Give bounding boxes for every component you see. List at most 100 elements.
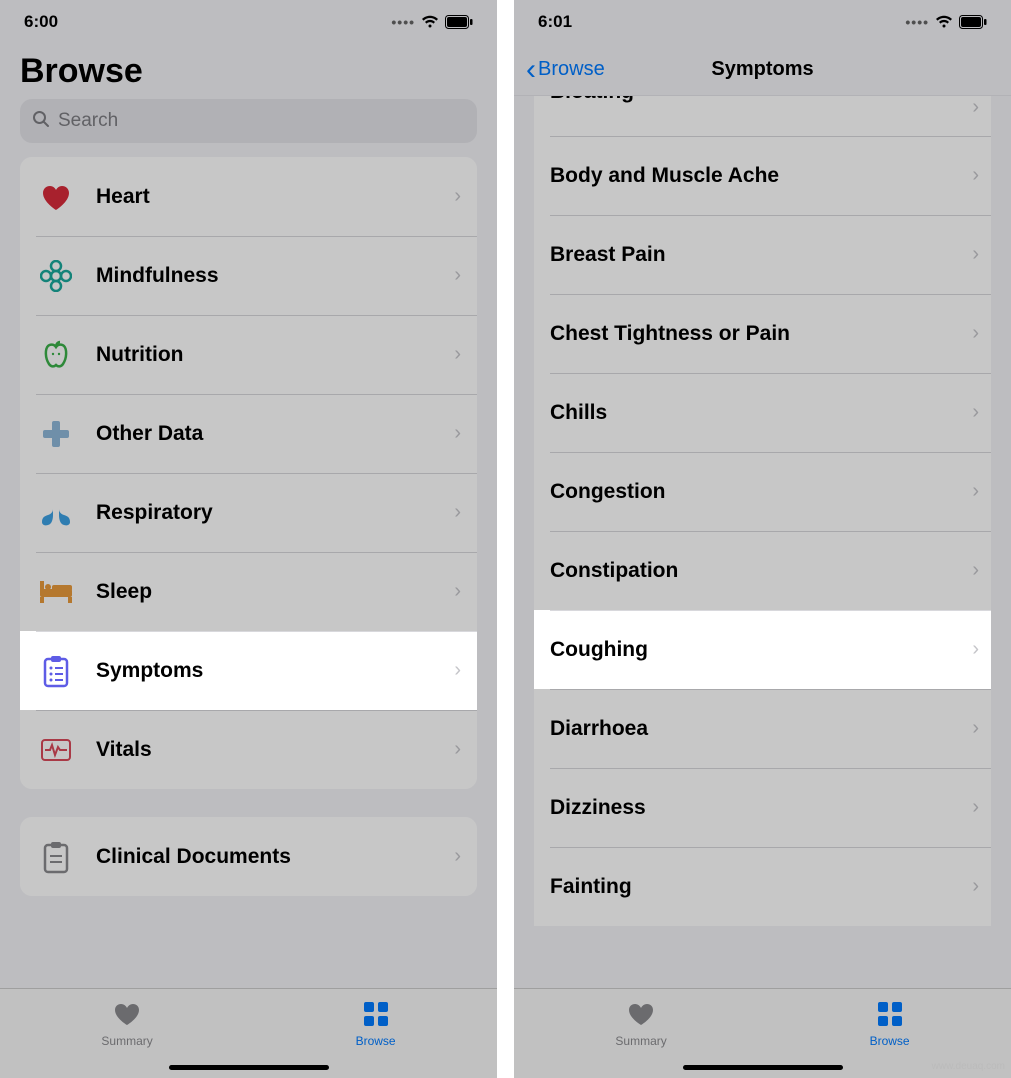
symptoms-list[interactable]: Bloating › Body and Muscle Ache › Breast… [514,96,1011,988]
chevron-right-icon: › [454,845,461,868]
battery-icon [959,15,987,29]
phone-divider [497,0,514,1078]
chevron-right-icon: › [972,96,983,119]
category-respiratory[interactable]: Respiratory › [20,473,477,552]
tab-summary[interactable]: Summary [615,1001,666,1048]
symptom-row[interactable]: Diarrhoea › [534,689,991,768]
chevron-right-icon: › [972,796,983,819]
symptom-label: Fainting [550,875,972,899]
chevron-right-icon: › [972,875,983,898]
chevron-right-icon: › [454,185,461,208]
cellular-icon: •••• [391,14,415,30]
bed-icon [36,572,76,612]
tab-browse[interactable]: Browse [870,1001,910,1048]
category-other-data[interactable]: Other Data › [20,394,477,473]
symptom-label: Coughing [550,638,972,662]
symptom-row[interactable]: Congestion › [534,452,991,531]
category-clinical-documents[interactable]: Clinical Documents › [20,817,477,896]
watermark: www.deuaq.com [932,1061,1005,1072]
category-heart[interactable]: Heart › [20,157,477,236]
symptom-label: Bloating [550,96,972,104]
category-label: Respiratory [96,501,454,525]
clipboard-icon [36,837,76,877]
category-group-2: Clinical Documents › [20,817,477,896]
symptoms-group: Bloating › Body and Muscle Ache › Breast… [534,96,991,926]
grid-tab-icon [363,1001,389,1030]
symptom-label: Constipation [550,559,972,583]
symptom-row[interactable]: Breast Pain › [534,215,991,294]
back-button[interactable]: ‹ Browse [514,53,605,87]
status-right: •••• [905,14,987,30]
chevron-right-icon: › [972,401,983,424]
symptom-row[interactable]: Constipation › [534,531,991,610]
category-sleep[interactable]: Sleep › [20,552,477,631]
category-nutrition[interactable]: Nutrition › [20,315,477,394]
symptom-row[interactable]: Body and Muscle Ache › [534,136,991,215]
status-right: •••• [391,14,473,30]
status-time: 6:00 [24,12,58,32]
apple-icon [36,335,76,375]
symptom-label: Body and Muscle Ache [550,164,972,188]
category-symptoms[interactable]: Symptoms › [20,631,477,710]
symptom-row[interactable]: Fainting › [534,847,991,926]
tab-summary[interactable]: Summary [101,1001,152,1048]
heart-icon [36,177,76,217]
battery-icon [445,15,473,29]
chevron-right-icon: › [454,343,461,366]
home-indicator[interactable] [169,1065,329,1070]
tab-label: Summary [101,1034,152,1048]
category-mindfulness[interactable]: Mindfulness › [20,236,477,315]
symptom-label: Chest Tightness or Pain [550,322,972,346]
vitals-icon [36,730,76,770]
category-label: Sleep [96,580,454,604]
symptom-row[interactable]: Bloating › [534,96,991,136]
chevron-right-icon: › [972,322,983,345]
heart-tab-icon [112,1001,142,1030]
cellular-icon: •••• [905,14,929,30]
symptom-row[interactable]: Dizziness › [534,768,991,847]
tab-label: Summary [615,1034,666,1048]
chevron-right-icon: › [972,717,983,740]
phone-right: 6:01 •••• ‹ Browse Symptoms Bloating › B… [514,0,1011,1078]
plus-icon [36,414,76,454]
nav-header: ‹ Browse Symptoms [514,44,1011,96]
category-label: Vitals [96,738,454,762]
search-input[interactable]: Search [20,99,477,143]
category-vitals[interactable]: Vitals › [20,710,477,789]
category-group-1: Heart › Mindfulness › Nutrition › [20,157,477,789]
symptom-row[interactable]: Chest Tightness or Pain › [534,294,991,373]
search-placeholder: Search [58,110,118,132]
category-label: Heart [96,185,454,209]
phone-left: 6:00 •••• Browse Search Heart › [0,0,497,1078]
symptom-row-coughing[interactable]: Coughing › [534,610,991,689]
mindfulness-icon [36,256,76,296]
category-label: Mindfulness [96,264,454,288]
chevron-right-icon: › [454,264,461,287]
chevron-right-icon: › [454,738,461,761]
home-indicator[interactable] [683,1065,843,1070]
chevron-right-icon: › [454,422,461,445]
heart-tab-icon [626,1001,656,1030]
symptom-label: Diarrhoea [550,717,972,741]
back-label: Browse [538,58,605,81]
category-label: Nutrition [96,343,454,367]
chevron-right-icon: › [972,559,983,582]
chevron-right-icon: › [454,580,461,603]
chevron-right-icon: › [972,638,983,661]
status-time: 6:01 [538,12,572,32]
chevron-right-icon: › [972,243,983,266]
chevron-right-icon: › [972,164,983,187]
chevron-right-icon: › [454,659,461,682]
symptom-label: Dizziness [550,796,972,820]
tab-browse[interactable]: Browse [356,1001,396,1048]
wifi-icon [421,15,439,29]
tab-label: Browse [356,1034,396,1048]
chevron-right-icon: › [972,480,983,503]
symptom-label: Chills [550,401,972,425]
symptom-label: Congestion [550,480,972,504]
category-label: Other Data [96,422,454,446]
symptom-row[interactable]: Chills › [534,373,991,452]
category-label: Symptoms [96,659,454,683]
lungs-icon [36,493,76,533]
page-title: Browse [0,44,497,99]
